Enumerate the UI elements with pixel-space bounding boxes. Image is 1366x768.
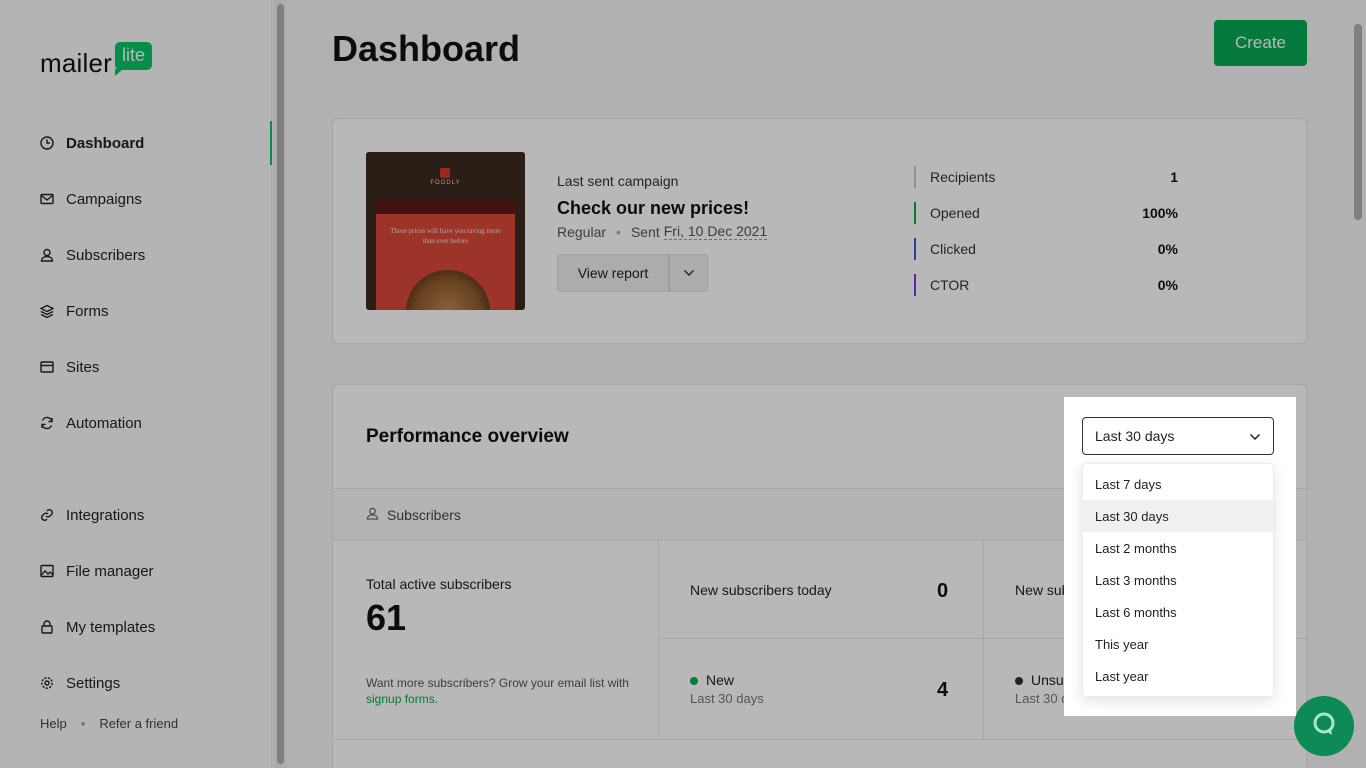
date-range-select[interactable]: Last 30 days — [1082, 417, 1274, 455]
help-chat-button[interactable] — [1294, 696, 1354, 756]
date-range-popup: Last 30 days Last 7 days Last 30 days La… — [1064, 397, 1296, 716]
option-last-year[interactable]: Last year — [1083, 660, 1273, 692]
date-range-menu: Last 7 days Last 30 days Last 2 months L… — [1082, 463, 1274, 697]
option-last-2-months[interactable]: Last 2 months — [1083, 532, 1273, 564]
option-last-6-months[interactable]: Last 6 months — [1083, 596, 1273, 628]
option-last-30-days[interactable]: Last 30 days — [1083, 500, 1273, 532]
option-last-3-months[interactable]: Last 3 months — [1083, 564, 1273, 596]
select-value: Last 30 days — [1095, 428, 1175, 444]
chat-bubble-icon — [1311, 711, 1337, 742]
chevron-down-icon — [1249, 428, 1261, 444]
option-this-year[interactable]: This year — [1083, 628, 1273, 660]
option-last-7-days[interactable]: Last 7 days — [1083, 468, 1273, 500]
